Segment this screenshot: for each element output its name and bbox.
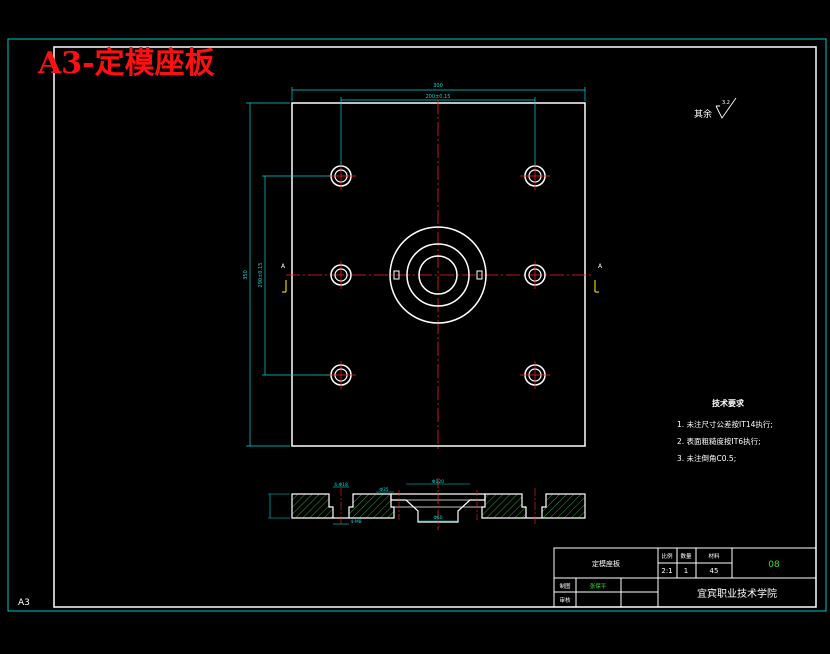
bolt-hole — [327, 162, 356, 190]
section-mark-right — [594, 280, 599, 293]
roughness-label: 其余 — [694, 108, 712, 120]
roughness-note: 其余 3.2 — [694, 97, 737, 120]
title-block-quantity-header: 数量 — [680, 552, 692, 560]
bolt-hole — [520, 361, 550, 389]
section-dim-text: Φ60 — [433, 515, 442, 521]
dim-text-hole-spacing-x: 200±0.15 — [426, 94, 451, 100]
title-block-scale-header: 比例 — [661, 552, 673, 560]
title-block-quantity: 1 — [684, 567, 688, 575]
section-mark-left — [282, 280, 287, 293]
bolt-hole — [327, 361, 356, 389]
title-block-checked-label: 审核 — [559, 596, 571, 604]
title-block-drawing-number: 08 — [768, 560, 780, 570]
section-view: 4-Φ18 Φ120 Φ60 4-M8 Φ35 — [268, 478, 586, 530]
technical-requirements: 技术要求 1. 未注尺寸公差按IT14执行; 2. 表面粗糙度按IT6执行; 3… — [677, 398, 773, 463]
title-block-material-header: 材料 — [708, 552, 720, 560]
tech-req-heading: 技术要求 — [712, 398, 745, 408]
section-dim-text: 4-M8 — [350, 519, 361, 525]
section-dim-text: Φ35 — [379, 487, 388, 493]
sheet-size-label: A3 — [18, 598, 30, 608]
tech-req-item: 1. 未注尺寸公差按IT14执行; — [677, 419, 773, 429]
section-letter-left: A — [281, 263, 286, 270]
section-hatch-right — [481, 493, 586, 519]
inner-drawing-frame — [53, 46, 817, 608]
bolt-hole — [520, 162, 550, 190]
dimension-overall-height — [246, 102, 290, 447]
title-block-part-name: 定模座板 — [592, 559, 620, 568]
tech-req-item: 3. 未注倒角C0.5; — [677, 453, 736, 463]
title-block-drawn-label: 制图 — [559, 582, 571, 590]
dimension-hole-spacing-y — [262, 175, 330, 376]
cad-drawing-canvas: A3-定模座板 A3 300 200±0.15 350 290±0.15 A A… — [7, 38, 827, 612]
title-block-school: 宜宾职业技术学院 — [697, 587, 777, 600]
title-block-drawn-by: 张保平 — [590, 582, 607, 590]
dim-text-overall-height: 350 — [243, 270, 249, 280]
section-dim-text: 4-Φ18 — [334, 482, 348, 488]
section-letter-right: A — [598, 263, 603, 270]
title-block-material: 45 — [710, 567, 719, 575]
section-dim-text: Φ120 — [432, 479, 444, 485]
drawing-title: A3-定模座板 — [37, 46, 215, 81]
boss-middle-circle — [406, 243, 470, 307]
outer-sheet-border — [7, 38, 827, 612]
tech-req-item: 2. 表面粗糙度按IT6执行; — [677, 436, 761, 446]
dim-text-overall-width: 300 — [433, 83, 443, 89]
plan-view: 300 200±0.15 350 290±0.15 A A — [243, 83, 603, 450]
roughness-value: 3.2 — [722, 100, 730, 106]
dim-text-hole-spacing-y: 290±0.15 — [258, 263, 264, 288]
section-hatch-left — [291, 493, 395, 519]
title-block-scale: 2:1 — [661, 567, 672, 575]
